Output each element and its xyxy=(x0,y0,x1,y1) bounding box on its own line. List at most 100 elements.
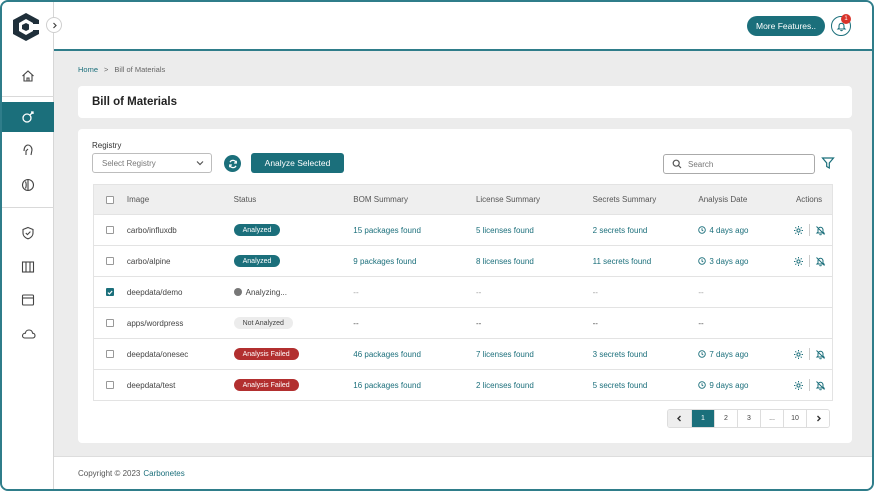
analyze-selected-button[interactable]: Analyze Selected xyxy=(251,153,344,173)
sidebar-item-home[interactable] xyxy=(2,61,54,91)
bell-off-icon[interactable] xyxy=(815,380,826,391)
pagination-page-button[interactable]: 2 xyxy=(714,410,737,427)
sidebar-item-window[interactable] xyxy=(2,285,54,315)
bom-panel: Registry Select Registry Analyze Selecte… xyxy=(78,129,852,443)
select-all-checkbox[interactable] xyxy=(106,195,115,204)
bom-summary-link[interactable]: 9 packages found xyxy=(353,246,476,276)
header-license-summary[interactable]: License Summary xyxy=(476,185,593,214)
clock-icon xyxy=(698,257,707,265)
chevron-left-icon xyxy=(677,415,681,422)
license-summary-link: -- xyxy=(475,287,482,297)
footer-copyright: Copyright © 2023 xyxy=(78,468,141,478)
breadcrumb-home-link[interactable]: Home xyxy=(78,65,98,74)
bom-summary-link[interactable]: 16 packages found xyxy=(353,370,476,400)
analysis-date: 7 days ago xyxy=(709,349,749,359)
breadcrumb: Home > Bill of Materials xyxy=(78,65,165,74)
breadcrumb-separator: > xyxy=(104,65,109,74)
chevron-right-icon xyxy=(52,22,57,28)
row-checkbox[interactable] xyxy=(106,350,115,358)
bell-off-icon[interactable] xyxy=(815,225,826,236)
license-summary-link[interactable]: 7 licenses found xyxy=(476,339,593,369)
gear-icon[interactable] xyxy=(793,349,804,360)
registry-select[interactable]: Select Registry xyxy=(92,153,212,173)
chevron-right-icon xyxy=(816,415,821,422)
pagination-page-button[interactable]: 10 xyxy=(783,410,806,427)
secrets-summary-link[interactable]: 3 secrets found xyxy=(593,339,699,369)
secrets-summary-link: -- xyxy=(592,318,598,328)
image-name: carbo/influxdb xyxy=(126,225,177,235)
table-row: carbo/alpine Analyzed 9 packages found 8 li… xyxy=(94,245,832,276)
sidebar-item-cloud[interactable] xyxy=(2,319,54,349)
row-actions xyxy=(786,339,832,369)
pagination-next-button[interactable] xyxy=(806,410,829,427)
sidebar-expand-button[interactable] xyxy=(46,17,62,33)
pagination-page-button[interactable]: 1 xyxy=(691,410,714,427)
pagination-page-button[interactable]: 3 xyxy=(737,410,760,427)
license-summary-link[interactable]: 8 licenses found xyxy=(476,246,593,276)
secrets-summary-link[interactable]: 5 secrets found xyxy=(593,370,699,400)
row-checkbox[interactable] xyxy=(106,288,115,296)
secrets-summary-link[interactable]: 11 secrets found xyxy=(593,246,699,276)
chevron-down-icon xyxy=(196,161,204,166)
status-badge: Analysis Failed xyxy=(233,348,299,360)
page-title: Bill of Materials xyxy=(92,96,177,108)
bom-summary-link: -- xyxy=(353,287,359,297)
secrets-summary-link[interactable]: 2 secrets found xyxy=(593,215,699,245)
row-checkbox[interactable] xyxy=(106,319,115,327)
pagination-ellipsis: ... xyxy=(760,410,783,427)
header-actions: Actions xyxy=(795,195,823,204)
table-row: deepdata/demo Analyzing... -- -- -- -- xyxy=(94,276,832,307)
bom-icon xyxy=(22,111,34,123)
bell-off-icon[interactable] xyxy=(815,349,826,360)
header-image[interactable]: Image xyxy=(127,185,234,214)
row-checkbox[interactable] xyxy=(106,381,115,389)
pagination-prev-button[interactable] xyxy=(668,410,691,427)
footer: Copyright © 2023 Carbonetes xyxy=(54,456,872,489)
top-bar: More Features.. 1 xyxy=(54,2,872,51)
title-card: Bill of Materials xyxy=(78,86,852,118)
search-input[interactable]: Search xyxy=(663,154,815,174)
sidebar-item-policy[interactable] xyxy=(2,135,54,165)
license-summary-link: -- xyxy=(475,318,482,328)
notification-count-badge: 1 xyxy=(841,14,851,24)
analysis-date: 4 days ago xyxy=(709,225,749,235)
status-badge: Analyzed xyxy=(233,224,281,236)
gear-icon[interactable] xyxy=(793,380,804,391)
license-summary-link[interactable]: 2 licenses found xyxy=(476,370,593,400)
sidebar-item-bom[interactable] xyxy=(2,102,54,132)
image-name: apps/wordpress xyxy=(126,318,184,328)
gear-icon[interactable] xyxy=(793,256,804,267)
status-badge: Not Analyzed xyxy=(233,317,293,329)
images-table: Image Status BOM Summary License Summary… xyxy=(93,184,833,401)
row-checkbox[interactable] xyxy=(106,257,115,265)
sidebar xyxy=(2,2,54,489)
row-actions xyxy=(786,246,832,276)
bom-summary-link[interactable]: 46 packages found xyxy=(353,339,476,369)
header-status[interactable]: Status xyxy=(234,185,354,214)
sidebar-item-columns[interactable] xyxy=(2,252,54,282)
bell-off-icon[interactable] xyxy=(815,256,826,267)
gear-icon[interactable] xyxy=(793,225,804,236)
header-secrets-summary[interactable]: Secrets Summary xyxy=(593,185,699,214)
shield-check-icon xyxy=(22,226,34,240)
footer-brand-link[interactable]: Carbonetes xyxy=(143,469,184,478)
refresh-button[interactable] xyxy=(224,155,241,172)
license-summary-link[interactable]: 5 licenses found xyxy=(476,215,593,245)
bom-summary-link: -- xyxy=(353,318,359,328)
bom-summary-link[interactable]: 15 packages found xyxy=(353,215,476,245)
table-body: carbo/influxdb Analyzed 15 packages found 5… xyxy=(94,214,832,400)
image-name: deepdata/demo xyxy=(126,287,183,297)
home-icon xyxy=(22,70,34,82)
clock-icon xyxy=(698,226,707,234)
cloud-icon xyxy=(21,329,36,339)
filter-button[interactable] xyxy=(821,156,835,175)
analysis-date: -- xyxy=(698,287,704,297)
refresh-icon xyxy=(228,159,237,168)
header-bom-summary[interactable]: BOM Summary xyxy=(353,185,476,214)
sidebar-item-analysis[interactable] xyxy=(2,170,54,200)
header-analysis-date[interactable]: Analysis Date xyxy=(698,185,786,214)
sidebar-item-security[interactable] xyxy=(2,218,54,248)
analysis-date: -- xyxy=(698,318,704,328)
more-features-button[interactable]: More Features.. xyxy=(747,16,825,36)
row-checkbox[interactable] xyxy=(106,226,115,234)
